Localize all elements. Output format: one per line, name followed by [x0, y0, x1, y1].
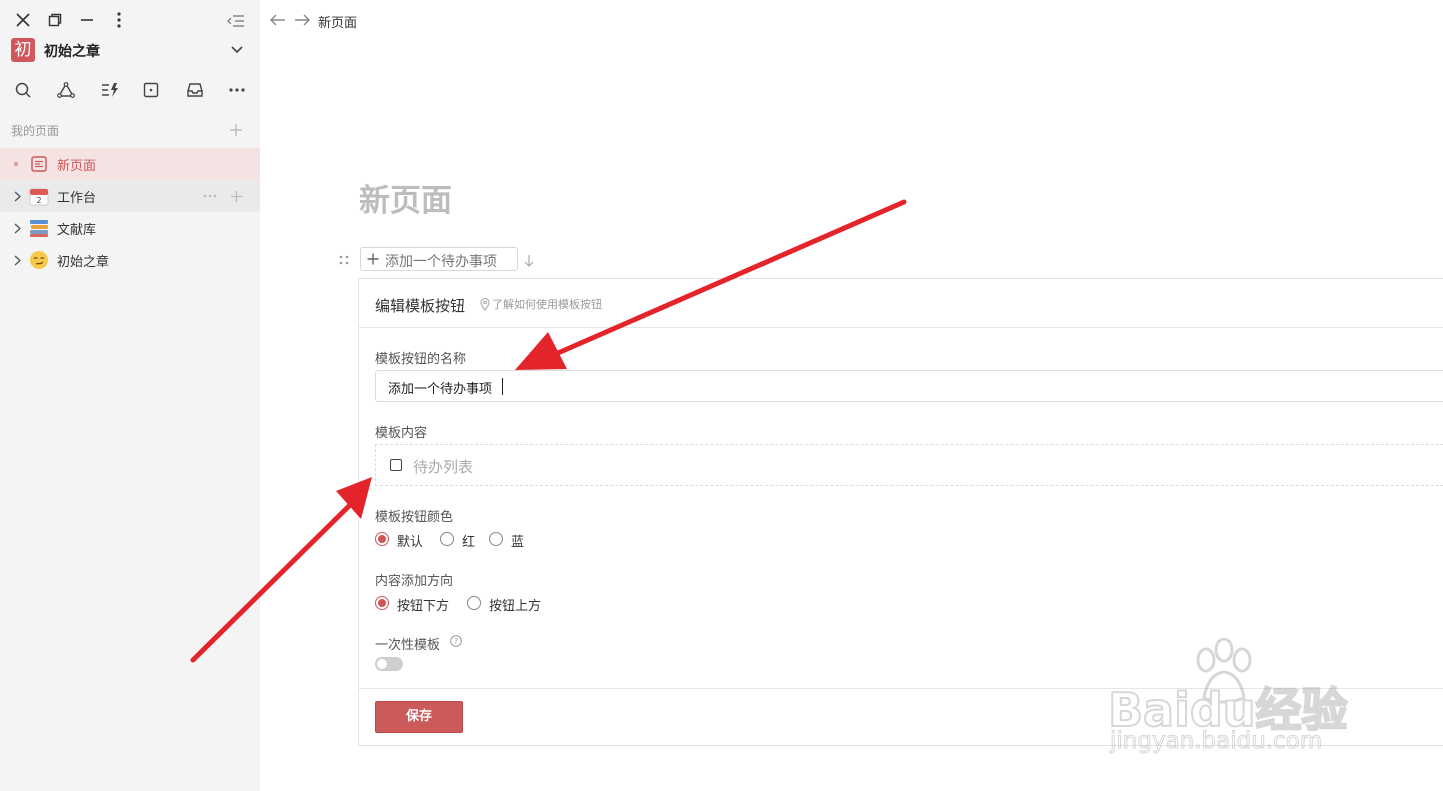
- arrow-to-name-input: [515, 199, 907, 370]
- baidu-watermark: Baidu经验 jingyan.baidu.com: [1104, 638, 1384, 758]
- arrow-to-content-editor: [190, 477, 372, 663]
- watermark-url: jingyan.baidu.com: [1109, 728, 1323, 755]
